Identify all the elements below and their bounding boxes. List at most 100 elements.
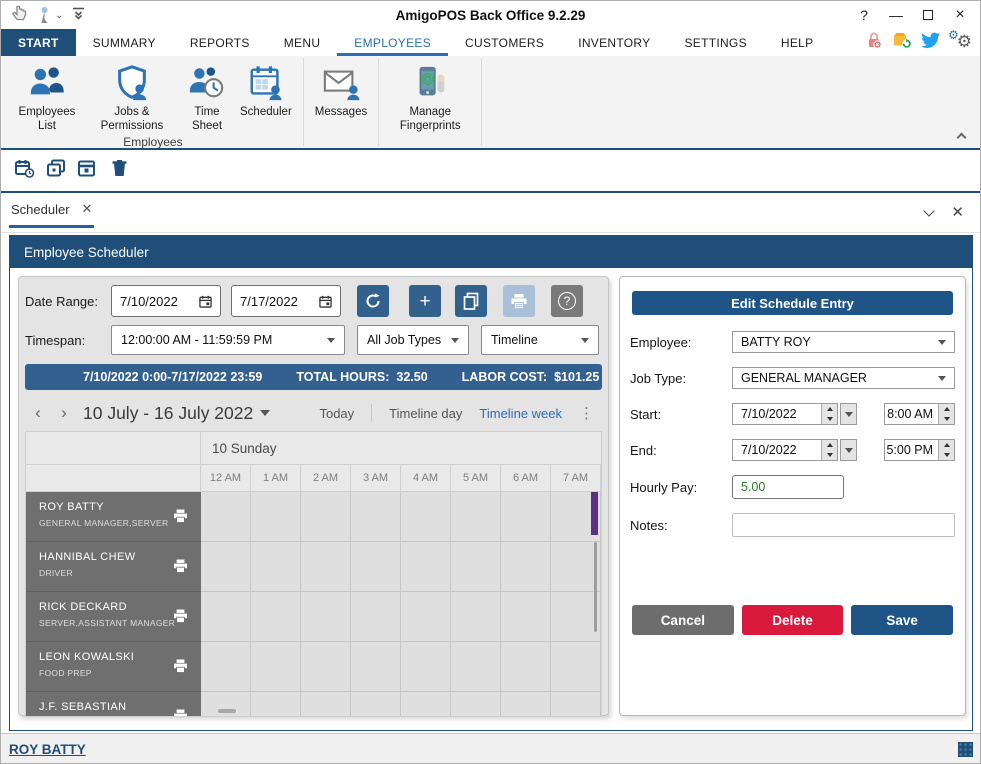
close-tab-icon[interactable]: ✕: [82, 201, 93, 217]
close-icon[interactable]: ×: [944, 2, 976, 28]
employee-header-cell[interactable]: J.F. SEBASTIAN: [26, 692, 201, 716]
time-sheet-button[interactable]: Time Sheet: [179, 61, 235, 135]
chevron-down-icon: [581, 338, 589, 343]
jobs-permissions-button[interactable]: Jobs & Permissions: [85, 61, 179, 135]
notes-input[interactable]: [732, 513, 955, 537]
schedule-grid-cell[interactable]: [201, 692, 601, 716]
delete-schedule-icon[interactable]: [111, 158, 128, 183]
employees-list-button[interactable]: Employees List: [9, 61, 85, 135]
start-date-spinner[interactable]: 7/10/2022: [732, 403, 838, 425]
spin-up-icon[interactable]: [822, 404, 837, 414]
schedule-entry[interactable]: [591, 492, 598, 535]
employee-header-cell[interactable]: ROY BATTY GENERAL MANAGER,SERVER: [26, 492, 201, 542]
selected-employee-link[interactable]: ROY BATTY: [9, 742, 86, 757]
scheduler-button[interactable]: Scheduler: [235, 61, 297, 122]
chevron-down-icon[interactable]: [260, 410, 270, 416]
view-toggle[interactable]: Timeline day: [389, 406, 462, 421]
print-row-icon[interactable]: [173, 509, 188, 528]
spin-down-icon[interactable]: [939, 414, 954, 424]
timespan-select[interactable]: 12:00:00 AM - 11:59:59 PM: [111, 325, 345, 355]
lock-icon[interactable]: [866, 31, 883, 54]
print-row-icon[interactable]: [173, 709, 188, 716]
employee-header-cell[interactable]: RICK DECKARD SERVER,ASSISTANT MANAGER: [26, 592, 201, 642]
schedule-grid-cell[interactable]: [201, 642, 601, 692]
refresh-button[interactable]: [357, 285, 389, 317]
delete-button[interactable]: Delete: [742, 605, 844, 635]
backup-icon[interactable]: [892, 31, 912, 54]
job-type-select[interactable]: All Job Types: [357, 325, 469, 355]
print-row-icon[interactable]: [173, 659, 188, 678]
date-to-input[interactable]: 7/17/2022: [231, 285, 341, 317]
menu-tab[interactable]: INVENTORY: [561, 29, 667, 56]
tab-list-dropdown-icon[interactable]: [924, 205, 935, 216]
tab-scheduler[interactable]: Scheduler ✕: [9, 201, 94, 228]
menu-tab[interactable]: CUSTOMERS: [448, 29, 561, 56]
menu-tab[interactable]: EMPLOYEES: [337, 29, 448, 56]
start-date-dropdown[interactable]: [840, 403, 857, 425]
employee-select[interactable]: BATTY ROY: [732, 331, 955, 353]
schedule-grid-cell[interactable]: [201, 542, 601, 592]
vertical-scrollbar[interactable]: [594, 542, 597, 632]
menu-tab[interactable]: MENU: [267, 29, 338, 56]
help-button[interactable]: ?: [551, 285, 583, 317]
hourly-pay-input[interactable]: [732, 475, 844, 499]
view-toggle[interactable]: Timeline week: [479, 406, 562, 421]
chevron-down-icon: ⌄: [55, 10, 63, 21]
messages-button[interactable]: Messages: [310, 61, 372, 122]
end-date-spinner[interactable]: 7/10/2022: [732, 439, 838, 461]
end-time-spinner[interactable]: 5:00 PM: [884, 439, 955, 461]
date-from-input[interactable]: 7/10/2022: [111, 285, 221, 317]
pointer-hand-icon[interactable]: [9, 4, 29, 27]
menu-tab[interactable]: SETTINGS: [667, 29, 763, 56]
manage-fingerprints-button[interactable]: Manage Fingerprints: [385, 61, 475, 135]
copy-button[interactable]: [455, 285, 487, 317]
print-button[interactable]: [503, 285, 535, 317]
spin-up-icon[interactable]: [939, 404, 954, 414]
employee-header-cell[interactable]: HANNIBAL CHEW DRIVER: [26, 542, 201, 592]
job-type-editor-select[interactable]: GENERAL MANAGER: [732, 367, 955, 389]
resize-grip[interactable]: [958, 742, 973, 757]
next-week-icon[interactable]: ›: [51, 403, 77, 423]
chevron-down-icon: [938, 376, 946, 381]
menu-tab[interactable]: START: [1, 29, 76, 56]
minimize-icon[interactable]: —: [880, 2, 912, 28]
maximize-icon[interactable]: [912, 2, 944, 28]
employee-header-cell[interactable]: LEON KOWALSKI FOOD PREP: [26, 642, 201, 692]
end-date-dropdown[interactable]: [840, 439, 857, 461]
prev-week-icon[interactable]: ‹: [25, 403, 51, 423]
services-gears-icon[interactable]: ⚙⚙: [950, 33, 970, 53]
add-entry-button[interactable]: +: [409, 285, 441, 317]
view-mode-select[interactable]: Timeline: [481, 325, 599, 355]
menu-tab[interactable]: REPORTS: [173, 29, 267, 56]
menu-tab-label: START: [18, 36, 59, 50]
copy-schedule-icon[interactable]: [46, 158, 66, 183]
start-time-spinner[interactable]: 8:00 AM: [884, 403, 955, 425]
spin-up-icon[interactable]: [939, 440, 954, 450]
print-row-icon[interactable]: [173, 609, 188, 628]
collapse-ribbon-icon[interactable]: [956, 132, 966, 140]
calendar-day-icon[interactable]: [77, 158, 96, 183]
spin-down-icon[interactable]: [822, 450, 837, 460]
save-button[interactable]: Save: [851, 605, 953, 635]
help-icon[interactable]: ?: [848, 2, 880, 28]
schedule-clock-icon[interactable]: [14, 158, 35, 183]
cancel-button[interactable]: Cancel: [632, 605, 734, 635]
tab-label: Scheduler: [11, 202, 70, 217]
touch-press-icon[interactable]: ⌄: [38, 6, 63, 24]
horizontal-scrollbar[interactable]: [218, 709, 236, 713]
spin-up-icon[interactable]: [822, 440, 837, 450]
twitter-icon[interactable]: [921, 32, 941, 54]
today-button[interactable]: Today: [319, 406, 354, 421]
calendar-range-title[interactable]: 10 July - 16 July 2022: [83, 403, 253, 424]
more-options-icon[interactable]: ⋮: [579, 404, 594, 422]
close-document-icon[interactable]: ✕: [951, 203, 964, 221]
menu-tab[interactable]: SUMMARY: [76, 29, 173, 56]
spin-down-icon[interactable]: [822, 414, 837, 424]
spin-down-icon[interactable]: [939, 450, 954, 460]
schedule-grid-cell[interactable]: [201, 492, 601, 542]
menu-tab[interactable]: HELP: [764, 29, 831, 56]
print-row-icon[interactable]: [173, 559, 188, 578]
timespan-value: 12:00:00 AM - 11:59:59 PM: [121, 333, 272, 347]
customize-toolbar-icon[interactable]: [72, 6, 85, 25]
schedule-grid-cell[interactable]: [201, 592, 601, 642]
